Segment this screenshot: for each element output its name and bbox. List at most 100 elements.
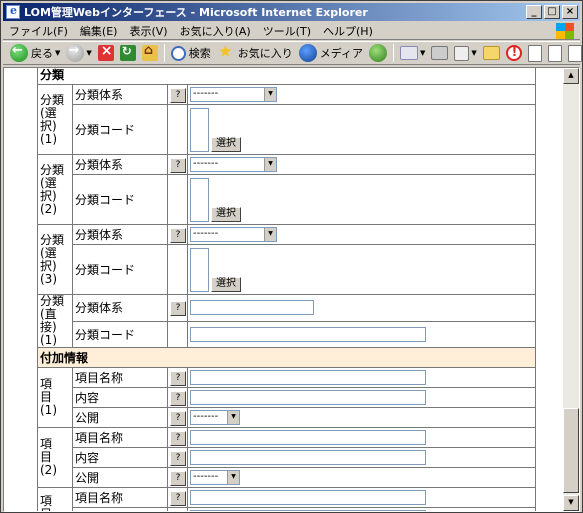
page-viewport: 分類 分類 (選択) (1) 分類体系 ? ------- ▼ 分類コード 選択 … bbox=[3, 67, 580, 512]
doc-button-1[interactable] bbox=[525, 42, 545, 64]
scroll-down-button[interactable]: ▼ bbox=[563, 495, 579, 511]
back-dropdown-icon[interactable]: ▼ bbox=[55, 49, 60, 57]
help-button[interactable]: ? bbox=[170, 431, 186, 446]
scroll-up-button[interactable]: ▲ bbox=[563, 68, 579, 84]
alert-button[interactable] bbox=[503, 42, 525, 64]
edit-button[interactable]: ▼ bbox=[451, 42, 479, 64]
scheme-select[interactable]: ------- ▼ bbox=[190, 227, 277, 242]
menu-edit[interactable]: 編集(E) bbox=[74, 23, 124, 39]
close-button[interactable]: × bbox=[562, 5, 578, 19]
history-button[interactable] bbox=[366, 42, 390, 64]
scroll-thumb[interactable] bbox=[563, 408, 579, 493]
code-textarea[interactable] bbox=[190, 247, 209, 292]
empty-cell bbox=[167, 174, 188, 225]
help-button[interactable]: ? bbox=[170, 391, 186, 406]
field-label-content: 内容 bbox=[72, 507, 168, 511]
back-button[interactable]: 戻る ▼ bbox=[7, 42, 63, 64]
menu-tools[interactable]: ツール(T) bbox=[257, 23, 317, 39]
field-cell bbox=[186, 387, 537, 408]
help-button[interactable]: ? bbox=[170, 158, 186, 173]
search-button[interactable]: 検索 bbox=[168, 42, 214, 64]
help-cell: ? bbox=[167, 387, 188, 408]
group-label-classification-1: 分類 (選択) (1) bbox=[37, 84, 73, 155]
content-input[interactable] bbox=[190, 510, 426, 511]
help-button[interactable]: ? bbox=[170, 411, 186, 426]
doc-button-3[interactable] bbox=[565, 42, 583, 64]
menu-bar: ファイル(F) 編集(E) 表示(V) お気に入り(A) ツール(T) ヘルプ(… bbox=[3, 22, 580, 40]
group-label-classification-2: 分類 (選択) (2) bbox=[37, 154, 73, 225]
public-select[interactable]: ------- ▼ bbox=[190, 410, 240, 425]
maximize-button[interactable]: □ bbox=[544, 5, 560, 19]
scheme-select[interactable]: ------- ▼ bbox=[190, 87, 277, 102]
field-label-code: 分類コード bbox=[72, 104, 168, 155]
field-label-code: 分類コード bbox=[72, 174, 168, 225]
mail-dropdown-icon[interactable]: ▼ bbox=[420, 49, 425, 57]
help-button[interactable]: ? bbox=[170, 88, 186, 103]
vertical-scrollbar[interactable]: ▲ ▼ bbox=[563, 68, 579, 511]
help-cell: ? bbox=[167, 154, 188, 175]
help-button[interactable]: ? bbox=[170, 511, 186, 512]
mail-icon bbox=[400, 46, 419, 60]
select-button[interactable]: 選択 bbox=[211, 136, 241, 152]
field-label-scheme: 分類体系 bbox=[72, 154, 168, 175]
field-cell: ------- ▼ bbox=[186, 407, 537, 428]
doc-button-2[interactable] bbox=[545, 42, 565, 64]
group-label-classification-3: 分類 (選択) (3) bbox=[37, 224, 73, 295]
print-button[interactable] bbox=[428, 42, 451, 64]
select-value: ------- bbox=[193, 228, 219, 239]
help-button[interactable]: ? bbox=[170, 491, 186, 506]
edit-dropdown-icon[interactable]: ▼ bbox=[471, 49, 476, 57]
help-button[interactable]: ? bbox=[170, 228, 186, 243]
help-button[interactable]: ? bbox=[170, 471, 186, 486]
item-name-input[interactable] bbox=[190, 490, 426, 505]
help-cell: ? bbox=[167, 367, 188, 388]
edit-icon bbox=[454, 45, 470, 61]
code-text-input[interactable] bbox=[190, 326, 426, 342]
home-button[interactable] bbox=[139, 42, 161, 64]
help-button[interactable]: ? bbox=[170, 371, 186, 386]
select-value: ------- bbox=[193, 471, 219, 482]
code-textarea[interactable] bbox=[190, 107, 209, 152]
forward-button[interactable]: ▼ bbox=[63, 42, 94, 64]
field-label-public: 公開 bbox=[72, 467, 168, 488]
content-input[interactable] bbox=[190, 390, 426, 405]
section-header-additional-info: 付加情報 bbox=[36, 347, 537, 368]
window-title: LOM管理Webインターフェース - Microsoft Internet Ex… bbox=[24, 6, 368, 19]
browser-window: LOM管理Webインターフェース - Microsoft Internet Ex… bbox=[0, 0, 583, 513]
menu-file[interactable]: ファイル(F) bbox=[3, 23, 74, 39]
field-cell: ------- ▼ bbox=[186, 224, 537, 245]
field-label-content: 内容 bbox=[72, 387, 168, 408]
toolbar-separator bbox=[393, 44, 395, 62]
toolbar-separator bbox=[163, 44, 165, 62]
document-icon bbox=[527, 44, 542, 62]
favorites-button[interactable]: お気に入り bbox=[214, 42, 296, 64]
item-name-input[interactable] bbox=[190, 370, 426, 385]
windows-logo-icon bbox=[556, 23, 574, 39]
media-button[interactable]: メディア bbox=[296, 42, 366, 64]
minimize-button[interactable]: _ bbox=[526, 5, 542, 19]
scheme-text-input[interactable] bbox=[190, 300, 314, 316]
refresh-button[interactable] bbox=[117, 42, 139, 64]
public-select[interactable]: ------- ▼ bbox=[190, 470, 240, 485]
help-button[interactable]: ? bbox=[170, 301, 186, 317]
menu-view[interactable]: 表示(V) bbox=[123, 23, 173, 39]
item-name-input[interactable] bbox=[190, 430, 426, 445]
menu-help[interactable]: ヘルプ(H) bbox=[317, 23, 379, 39]
help-button[interactable]: ? bbox=[170, 451, 186, 466]
scheme-select[interactable]: ------- ▼ bbox=[190, 157, 277, 172]
select-button[interactable]: 選択 bbox=[211, 276, 241, 292]
forward-dropdown-icon[interactable]: ▼ bbox=[86, 49, 91, 57]
select-button[interactable]: 選択 bbox=[211, 206, 241, 222]
ie-icon bbox=[6, 4, 20, 19]
group-label-text: 項 目 (2) bbox=[40, 437, 57, 477]
menu-favorites[interactable]: お気に入り(A) bbox=[174, 23, 257, 39]
document-icon bbox=[567, 44, 582, 62]
mail-button[interactable]: ▼ bbox=[397, 42, 428, 64]
content-input[interactable] bbox=[190, 450, 426, 465]
group-label-text: 分類 (選択) (3) bbox=[40, 232, 65, 286]
group-label-text: 分類 (直接) (1) bbox=[40, 294, 65, 347]
stop-button[interactable] bbox=[95, 42, 117, 64]
group-label-classification-direct: 分類 (直接) (1) bbox=[37, 294, 73, 348]
folder-button[interactable] bbox=[480, 42, 503, 64]
code-textarea[interactable] bbox=[190, 177, 209, 222]
